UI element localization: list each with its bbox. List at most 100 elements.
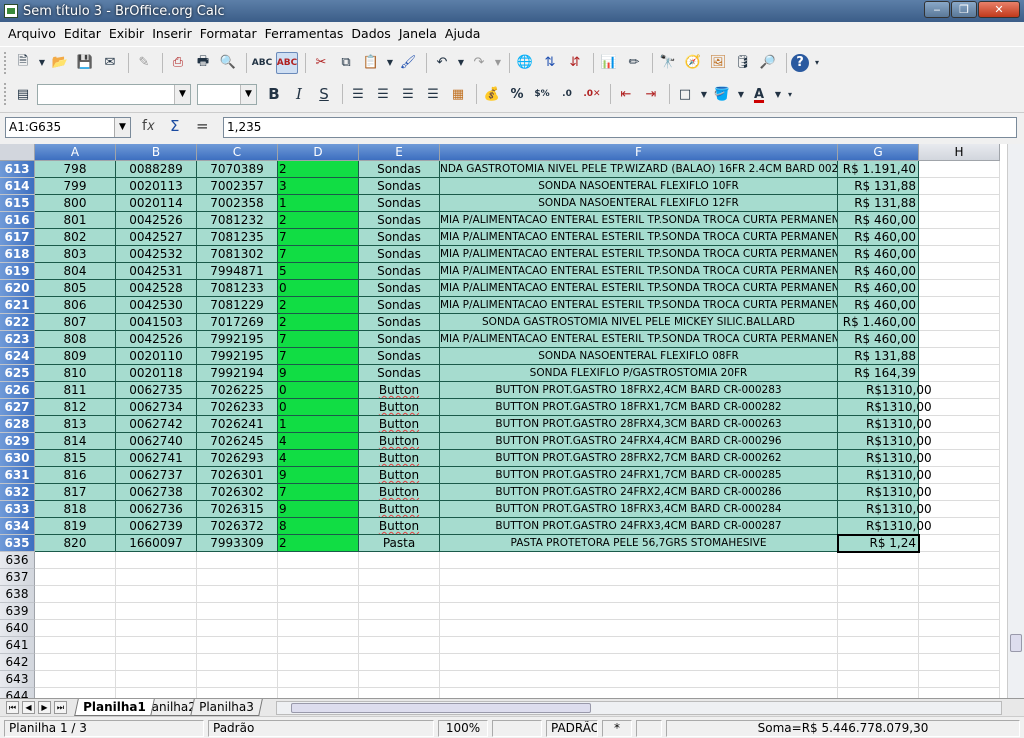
empty-cell[interactable]: [838, 586, 919, 603]
menu-editar[interactable]: Editar: [64, 26, 101, 41]
row-header[interactable]: 614: [0, 178, 35, 195]
select-all-corner[interactable]: [0, 144, 35, 161]
cell-a[interactable]: 819: [35, 518, 116, 535]
cell-b[interactable]: 0042532: [116, 246, 197, 263]
empty-cell[interactable]: [919, 603, 1000, 620]
cell-b[interactable]: 0062740: [116, 433, 197, 450]
row-header[interactable]: 637: [0, 569, 35, 586]
sort-ascending-icon[interactable]: ⇅: [539, 52, 561, 74]
row-header[interactable]: 613: [0, 161, 35, 178]
row-header[interactable]: 636: [0, 552, 35, 569]
cell-b[interactable]: 0062734: [116, 399, 197, 416]
cell-b[interactable]: 0062736: [116, 501, 197, 518]
empty-cell[interactable]: [278, 569, 359, 586]
cell-d[interactable]: 2: [278, 161, 359, 178]
cell-g[interactable]: R$ 1.460,00: [838, 314, 919, 331]
cell-d[interactable]: 0: [278, 382, 359, 399]
cell-a[interactable]: 817: [35, 484, 116, 501]
undo-icon[interactable]: ↶: [431, 52, 453, 74]
cell-d[interactable]: 2: [278, 535, 359, 552]
cell-b[interactable]: 0062737: [116, 467, 197, 484]
cell-g[interactable]: R$1310,00: [838, 416, 932, 433]
cell-a[interactable]: 801: [35, 212, 116, 229]
cell-e[interactable]: Sondas: [359, 246, 440, 263]
cell-e[interactable]: Sondas: [359, 297, 440, 314]
paste-dropdown-icon[interactable]: ▼: [385, 52, 395, 74]
empty-cell[interactable]: [919, 620, 1000, 637]
cell-e[interactable]: Button: [359, 382, 440, 399]
row-header[interactable]: 620: [0, 280, 35, 297]
cell-h[interactable]: [919, 263, 1000, 280]
empty-cell[interactable]: [440, 688, 838, 698]
row-header[interactable]: 640: [0, 620, 35, 637]
horizontal-scroll-thumb[interactable]: [291, 703, 591, 713]
cell-g[interactable]: R$ 460,00: [838, 212, 919, 229]
cell-g[interactable]: R$ 131,88: [838, 195, 919, 212]
row-header[interactable]: 629: [0, 433, 35, 450]
cell-c[interactable]: 7070389: [197, 161, 278, 178]
vertical-scrollbar[interactable]: [1007, 144, 1024, 698]
cell-g[interactable]: R$ 460,00: [838, 263, 919, 280]
cell-c[interactable]: 7993309: [197, 535, 278, 552]
clone-format-icon[interactable]: 🖌: [397, 52, 419, 74]
zoom-icon[interactable]: 🔎: [757, 52, 779, 74]
empty-cell[interactable]: [197, 586, 278, 603]
empty-cell[interactable]: [919, 654, 1000, 671]
cell-e[interactable]: Pasta: [359, 535, 440, 552]
cell-e[interactable]: Sondas: [359, 365, 440, 382]
cell-h[interactable]: [919, 161, 1000, 178]
horizontal-scrollbar[interactable]: [276, 701, 1002, 715]
empty-cell[interactable]: [278, 688, 359, 698]
cell-h[interactable]: [919, 297, 1000, 314]
cell-a[interactable]: 813: [35, 416, 116, 433]
empty-cell[interactable]: [116, 620, 197, 637]
cell-h[interactable]: [919, 280, 1000, 297]
cell-e[interactable]: Sondas: [359, 161, 440, 178]
row-header[interactable]: 628: [0, 416, 35, 433]
cell-c[interactable]: 7017269: [197, 314, 278, 331]
empty-cell[interactable]: [838, 552, 919, 569]
row-header[interactable]: 635: [0, 535, 35, 552]
cell-c[interactable]: 7081229: [197, 297, 278, 314]
empty-cell[interactable]: [116, 671, 197, 688]
column-header-b[interactable]: B: [116, 144, 197, 161]
empty-cell[interactable]: [197, 569, 278, 586]
number-format-icon[interactable]: $%: [531, 83, 553, 105]
empty-cell[interactable]: [440, 586, 838, 603]
cell-d[interactable]: 4: [278, 450, 359, 467]
cell-a[interactable]: 802: [35, 229, 116, 246]
cell-c[interactable]: 7992195: [197, 331, 278, 348]
cell-e[interactable]: Button: [359, 501, 440, 518]
empty-cell[interactable]: [919, 671, 1000, 688]
delete-decimal-icon[interactable]: .0✕: [581, 83, 603, 105]
empty-cell[interactable]: [197, 637, 278, 654]
find-replace-icon[interactable]: 🔭: [657, 52, 679, 74]
cell-a[interactable]: 805: [35, 280, 116, 297]
cell-f[interactable]: MIA P/ALIMENTACAO ENTERAL ESTERIL TP.SON…: [440, 263, 838, 280]
cell-g[interactable]: R$1310,00: [838, 484, 932, 501]
cell-a[interactable]: 808: [35, 331, 116, 348]
cell-d[interactable]: 5: [278, 263, 359, 280]
cut-icon[interactable]: ✂: [310, 52, 332, 74]
styles-icon[interactable]: ▤: [12, 83, 34, 105]
empty-cell[interactable]: [838, 620, 919, 637]
close-button[interactable]: ✕: [978, 1, 1020, 18]
cell-f[interactable]: BUTTON PROT.GASTRO 28FRX4,3CM BARD CR-00…: [440, 416, 838, 433]
column-header-a[interactable]: A: [35, 144, 116, 161]
empty-cell[interactable]: [359, 569, 440, 586]
cell-c[interactable]: 7026315: [197, 501, 278, 518]
menu-arquivo[interactable]: Arquivo: [8, 26, 56, 41]
cell-a[interactable]: 812: [35, 399, 116, 416]
row-header[interactable]: 638: [0, 586, 35, 603]
empty-cell[interactable]: [116, 569, 197, 586]
first-sheet-icon[interactable]: ⏮: [6, 701, 19, 714]
empty-cell[interactable]: [838, 671, 919, 688]
cell-d[interactable]: 0: [278, 280, 359, 297]
column-header-f[interactable]: F: [440, 144, 838, 161]
cell-a[interactable]: 810: [35, 365, 116, 382]
cell-a[interactable]: 809: [35, 348, 116, 365]
cell-f[interactable]: BUTTON PROT.GASTRO 18FRX1,7CM BARD CR-00…: [440, 399, 838, 416]
cell-d[interactable]: 3: [278, 178, 359, 195]
background-color-icon[interactable]: 🪣: [711, 83, 733, 105]
cell-c[interactable]: 7081302: [197, 246, 278, 263]
